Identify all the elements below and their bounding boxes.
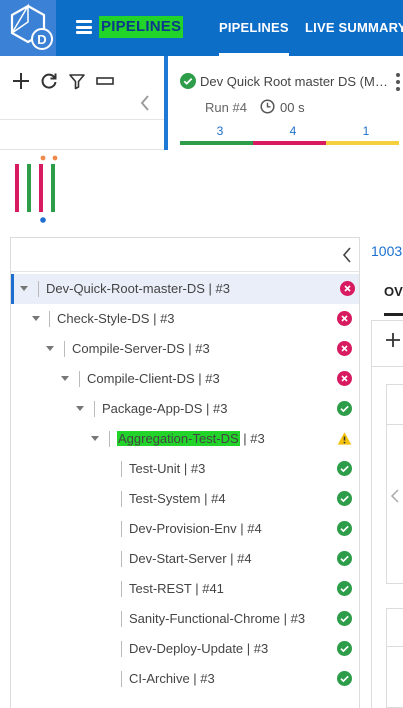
failed-icon bbox=[337, 341, 352, 356]
success-icon bbox=[337, 581, 352, 596]
tree-row-label: Compile-Client-DS | #3 bbox=[87, 371, 220, 386]
tree-row-label: CI-Archive | #3 bbox=[129, 671, 215, 686]
failed-icon bbox=[340, 281, 355, 296]
tree-row-label: Test-Unit | #3 bbox=[129, 461, 206, 476]
chevron-down-icon[interactable] bbox=[76, 406, 84, 411]
count-warning: 1 bbox=[362, 124, 370, 138]
collapse-all-icon[interactable] bbox=[95, 71, 115, 91]
pipeline-id-link[interactable]: 1003 bbox=[371, 243, 402, 259]
success-icon bbox=[337, 491, 352, 506]
chevron-down-icon[interactable] bbox=[61, 376, 69, 381]
clock-icon bbox=[260, 99, 275, 114]
tree-row[interactable]: Test-System | #4 bbox=[11, 484, 359, 514]
app-header: D PIPELINES PIPELINES LIVE SUMMARY bbox=[0, 0, 403, 56]
detail-card bbox=[386, 608, 403, 708]
success-icon bbox=[337, 521, 352, 536]
plus-icon[interactable] bbox=[11, 71, 31, 91]
tree-row[interactable]: Sanity-Functional-Chrome | #3 bbox=[11, 604, 359, 634]
divider bbox=[386, 424, 403, 425]
tree-row-label: Test-System | #4 bbox=[129, 491, 226, 506]
app-title: PIPELINES bbox=[99, 16, 184, 38]
tree-row[interactable]: Check-Style-DS | #3 bbox=[11, 304, 359, 334]
tree-row[interactable]: Dev-Quick-Root-master-DS | #3 bbox=[11, 274, 359, 304]
run-card[interactable]: Dev Quick Root master DS (Mo... Run #4 0… bbox=[164, 56, 403, 150]
pipeline-tree: Dev-Quick-Root-master-DS | #3 Check-Styl… bbox=[10, 237, 360, 708]
tree-row-label: Dev-Quick-Root-master-DS | #3 bbox=[46, 281, 230, 296]
progress-failed-bar bbox=[253, 141, 326, 145]
chevron-left-icon[interactable] bbox=[138, 93, 152, 113]
logo-icon: D bbox=[10, 3, 53, 50]
plus-icon[interactable] bbox=[385, 332, 401, 348]
success-icon bbox=[337, 461, 352, 476]
tree-row[interactable]: Dev-Provision-Env | #4 bbox=[11, 514, 359, 544]
tree-row[interactable]: Compile-Server-DS | #3 bbox=[11, 334, 359, 364]
run-card-title: Dev Quick Root master DS (Mo... bbox=[200, 74, 390, 89]
highlighted-text: Aggregation-Test-DS bbox=[117, 431, 240, 446]
run-suffix: | #3 bbox=[239, 431, 265, 446]
success-icon bbox=[337, 641, 352, 656]
chevron-down-icon[interactable] bbox=[91, 436, 99, 441]
tree-row[interactable]: Package-App-DS | #3 bbox=[11, 394, 359, 424]
progress-warning-bar bbox=[326, 141, 399, 145]
logo-letter: D bbox=[37, 32, 46, 47]
more-vertical-icon[interactable] bbox=[394, 72, 402, 92]
count-success: 3 bbox=[216, 124, 224, 138]
run-duration: 00 s bbox=[280, 100, 305, 115]
loading-indicator bbox=[15, 155, 58, 223]
toolbar bbox=[0, 56, 164, 150]
count-failed: 4 bbox=[289, 124, 297, 138]
success-icon bbox=[337, 671, 352, 686]
refresh-icon[interactable] bbox=[39, 71, 59, 91]
tree-row[interactable]: Compile-Client-DS | #3 bbox=[11, 364, 359, 394]
tab-underline bbox=[384, 313, 403, 316]
chevron-left-icon[interactable] bbox=[390, 488, 400, 504]
tree-row[interactable]: Test-Unit | #3 bbox=[11, 454, 359, 484]
tab-overview[interactable]: OV bbox=[384, 284, 403, 299]
success-icon bbox=[337, 401, 352, 416]
success-icon bbox=[337, 551, 352, 566]
tree-row[interactable]: Aggregation-Test-DS | #3 bbox=[11, 424, 359, 454]
progress-success-bar bbox=[180, 141, 253, 145]
divider bbox=[372, 366, 403, 367]
failed-icon bbox=[337, 311, 352, 326]
tree-row-label: Dev-Provision-Env | #4 bbox=[129, 521, 262, 536]
tree-row-label: Check-Style-DS | #3 bbox=[57, 311, 175, 326]
logo[interactable]: D bbox=[0, 0, 56, 56]
filter-icon[interactable] bbox=[67, 71, 87, 91]
chevron-down-icon[interactable] bbox=[20, 286, 28, 291]
chevron-left-icon[interactable] bbox=[341, 246, 353, 264]
tree-row[interactable]: Test-REST | #41 bbox=[11, 574, 359, 604]
success-icon bbox=[180, 73, 196, 89]
run-number: Run #4 bbox=[205, 100, 247, 115]
tree-row[interactable]: Dev-Start-Server | #4 bbox=[11, 544, 359, 574]
tree-row-label: Package-App-DS | #3 bbox=[102, 401, 228, 416]
tree-row[interactable]: CI-Archive | #3 bbox=[11, 664, 359, 694]
tree-row[interactable]: Dev-Deploy-Update | #3 bbox=[11, 634, 359, 664]
failed-icon bbox=[337, 371, 352, 386]
tree-toolbar bbox=[11, 238, 359, 272]
menu-icon[interactable] bbox=[76, 20, 92, 34]
warning-icon bbox=[337, 432, 352, 445]
detail-card bbox=[386, 384, 403, 584]
tree-row-label: Aggregation-Test-DS | #3 bbox=[117, 431, 265, 446]
tree-row-label: Test-REST | #41 bbox=[129, 581, 224, 596]
divider bbox=[0, 119, 164, 120]
tree-row-label: Dev-Deploy-Update | #3 bbox=[129, 641, 269, 656]
tree-row-label: Compile-Server-DS | #3 bbox=[72, 341, 210, 356]
tree-row-label: Sanity-Functional-Chrome | #3 bbox=[129, 611, 306, 626]
divider bbox=[386, 646, 403, 647]
tab-live-summary[interactable]: LIVE SUMMARY bbox=[305, 20, 403, 35]
chevron-down-icon[interactable] bbox=[32, 316, 40, 321]
tab-pipelines[interactable]: PIPELINES bbox=[219, 20, 289, 56]
success-icon bbox=[337, 611, 352, 626]
chevron-down-icon[interactable] bbox=[46, 346, 54, 351]
tree-row-label: Dev-Start-Server | #4 bbox=[129, 551, 252, 566]
